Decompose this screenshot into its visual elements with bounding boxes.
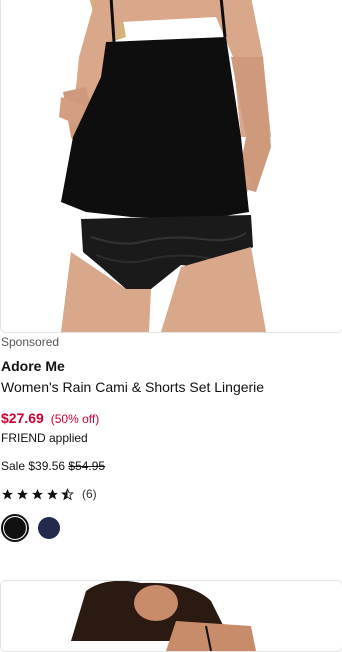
product-image[interactable] <box>0 0 342 333</box>
product-title[interactable]: Women's Rain Cami & Shorts Set Lingerie <box>1 379 264 395</box>
star-full-icon <box>2 488 13 499</box>
rating[interactable]: (6) <box>1 487 97 501</box>
product-brand[interactable]: Adore Me <box>1 358 65 374</box>
star-half-icon <box>61 487 74 500</box>
star-full-icon <box>32 488 43 499</box>
product-card[interactable]: Sponsored Adore Me Women's Rain Cami & S… <box>0 0 342 560</box>
color-swatches <box>1 514 63 542</box>
star-full-icon <box>17 488 28 499</box>
product-photo <box>1 0 342 332</box>
star-full-icon <box>47 488 58 499</box>
original-price: $54.95 <box>68 459 106 473</box>
current-price: $27.69 <box>1 410 44 426</box>
swatch-black[interactable] <box>1 514 29 542</box>
sale-price-row: Sale $39.56 $54.95 <box>1 459 105 473</box>
swatch-color <box>4 517 26 539</box>
product-photo-next <box>1 581 342 651</box>
price-row: $27.69 (50% off) <box>1 410 99 426</box>
swatch-color <box>38 517 60 539</box>
review-count: (6) <box>82 487 97 501</box>
sponsored-label: Sponsored <box>1 335 60 349</box>
sale-price: Sale $39.56 <box>1 459 66 473</box>
promo-applied: FRIEND applied <box>1 431 88 445</box>
swatch-navy[interactable] <box>35 514 63 542</box>
product-image-next[interactable] <box>0 580 342 652</box>
discount-percent: (50% off) <box>50 412 100 426</box>
